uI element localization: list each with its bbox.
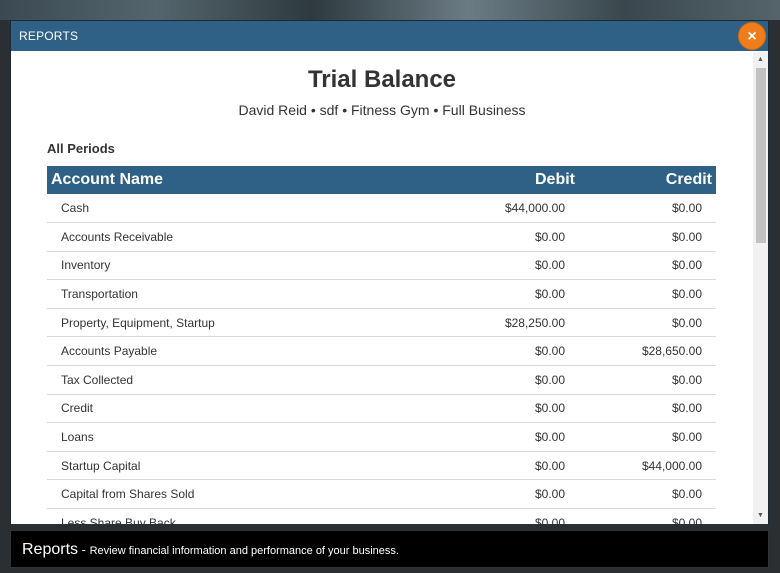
trial-balance-table: Account Name Debit Credit Cash $44,000.0… <box>47 166 716 524</box>
account-name-cell: Cash <box>47 194 367 224</box>
report-title: Trial Balance <box>307 66 457 93</box>
report-content: Trial Balance David Reid • sdf • Fitness… <box>11 52 753 524</box>
modal-title: REPORTS <box>19 29 79 43</box>
debit-cell: $0.00 <box>367 451 579 481</box>
credit-cell: $0.00 <box>579 365 716 395</box>
account-name-cell: Tax Collected <box>47 365 367 395</box>
table-row: Inventory $0.00 $0.00 <box>47 251 716 281</box>
debit-cell: $0.00 <box>367 251 579 281</box>
table-row: Less Share Buy Back $0.00 $0.00 <box>47 508 716 524</box>
account-name-cell: Credit <box>47 394 367 424</box>
debit-cell: $0.00 <box>367 222 579 252</box>
table-row: Startup Capital $0.00 $44,000.00 <box>47 451 716 481</box>
table-row: Property, Equipment, Startup $28,250.00 … <box>47 308 716 338</box>
table-row: Capital from Shares Sold $0.00 $0.00 <box>47 479 716 510</box>
reports-modal: REPORTS × Trial Balance David Reid • sdf… <box>10 20 769 524</box>
column-header-account-name: Account Name <box>47 166 367 194</box>
account-name-cell: Accounts Receivable <box>47 222 367 252</box>
table-header-row: Account Name Debit Credit <box>47 166 716 194</box>
table-body: Cash $44,000.00 $0.00 Accounts Receivabl… <box>47 194 716 524</box>
footer-description: Review financial information and perform… <box>89 545 399 557</box>
table-row: Tax Collected $0.00 $0.00 <box>47 365 716 395</box>
credit-cell: $0.00 <box>579 508 716 524</box>
scroll-up-arrow-icon[interactable]: ▲ <box>753 54 768 66</box>
account-name-cell: Capital from Shares Sold <box>47 479 367 510</box>
table-row: Loans $0.00 $0.00 <box>47 422 716 452</box>
scroll-thumb[interactable] <box>756 68 766 243</box>
table-row: Transportation $0.00 $0.00 <box>47 279 716 309</box>
close-button[interactable]: × <box>738 22 766 50</box>
report-subtitle: David Reid • sdf • Fitness Gym • Full Bu… <box>238 102 526 118</box>
account-name-cell: Loans <box>47 422 367 452</box>
debit-cell: $0.00 <box>367 336 579 367</box>
credit-cell: $0.00 <box>579 479 716 510</box>
debit-cell: $0.00 <box>367 279 579 309</box>
debit-cell: $0.00 <box>367 394 579 424</box>
footer-bar: Reports - Review financial information a… <box>10 530 769 568</box>
account-name-cell: Inventory <box>47 251 367 281</box>
credit-cell: $28,650.00 <box>579 336 716 367</box>
table-row: Cash $44,000.00 $0.00 <box>47 194 716 224</box>
credit-cell: $0.00 <box>579 194 716 224</box>
debit-cell: $44,000.00 <box>367 194 579 224</box>
debit-cell: $0.00 <box>367 422 579 452</box>
table-row: Accounts Payable $0.00 $28,650.00 <box>47 336 716 367</box>
modal-header: REPORTS <box>11 21 768 51</box>
debit-cell: $28,250.00 <box>367 308 579 338</box>
credit-cell: $0.00 <box>579 308 716 338</box>
footer-separator: - <box>78 542 90 557</box>
credit-cell: $0.00 <box>579 422 716 452</box>
debit-cell: $0.00 <box>367 479 579 510</box>
credit-cell: $0.00 <box>579 394 716 424</box>
account-name-cell: Transportation <box>47 279 367 309</box>
table-row: Accounts Receivable $0.00 $0.00 <box>47 222 716 252</box>
credit-cell: $44,000.00 <box>579 451 716 481</box>
credit-cell: $0.00 <box>579 251 716 281</box>
account-name-cell: Accounts Payable <box>47 336 367 367</box>
vertical-scrollbar[interactable]: ▲ ▼ <box>753 52 768 524</box>
table-row: Credit $0.00 $0.00 <box>47 394 716 424</box>
credit-cell: $0.00 <box>579 279 716 309</box>
account-name-cell: Property, Equipment, Startup <box>47 308 367 338</box>
close-icon: × <box>747 28 757 45</box>
credit-cell: $0.00 <box>579 222 716 252</box>
debit-cell: $0.00 <box>367 508 579 524</box>
debit-cell: $0.00 <box>367 365 579 395</box>
footer-title: Reports <box>22 541 79 558</box>
account-name-cell: Less Share Buy Back <box>47 508 367 524</box>
background-scene <box>0 0 780 20</box>
column-header-debit: Debit <box>367 166 579 194</box>
scroll-down-arrow-icon[interactable]: ▼ <box>753 510 768 522</box>
column-header-credit: Credit <box>579 166 716 194</box>
period-label: All Periods <box>47 141 115 156</box>
account-name-cell: Startup Capital <box>47 451 367 481</box>
